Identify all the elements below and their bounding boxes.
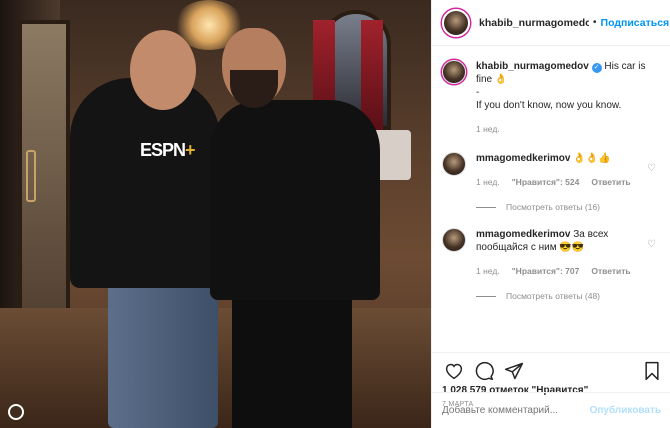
caption-username[interactable]: khabib_nurmagomedov <box>476 61 589 72</box>
post-header: khabib_nurmagomedov • Подписаться <box>432 0 670 46</box>
view-replies-label: Посмотреть ответы (16) <box>506 202 600 212</box>
photo-person-right-legs <box>232 295 352 428</box>
comment-time[interactable]: 1 нед. <box>476 176 500 189</box>
share-icon[interactable] <box>502 359 526 383</box>
comment-text: 👌👌👍 <box>573 153 611 164</box>
avatar[interactable] <box>442 228 466 252</box>
publish-button[interactable]: Опубликовать <box>590 405 661 416</box>
view-replies-button[interactable]: Посмотреть ответы (16) <box>476 202 661 212</box>
caption: khabib_nurmagomedov ✓ His car is fine 👌 … <box>442 60 661 136</box>
photo-shirt-logo: ESPN+ <box>140 140 195 160</box>
comment-likes[interactable]: "Нравится": 707 <box>512 265 580 278</box>
replies-divider <box>476 295 496 297</box>
photo-person-left-head <box>130 30 196 110</box>
avatar[interactable] <box>442 60 466 84</box>
photo-tag-icon[interactable] <box>8 404 24 420</box>
heart-icon[interactable]: ♡ <box>647 164 657 174</box>
verified-icon: ✓ <box>591 63 602 73</box>
comment-time[interactable]: 1 нед. <box>476 265 500 278</box>
comment-item: mmagomedkerimov 👌👌👍 1 нед. "Нравится": 5… <box>442 152 661 189</box>
caption-line2: If you don't know, now you know. <box>476 100 622 111</box>
add-comment-bar: Опубликовать <box>432 392 670 428</box>
post-photo[interactable]: ESPN+ <box>0 0 431 428</box>
photo-person-left <box>70 78 220 288</box>
post-side-panel: khabib_nurmagomedov • Подписаться khabib… <box>431 0 670 428</box>
comment-icon[interactable] <box>472 359 496 383</box>
photo-person-right <box>210 100 380 300</box>
comment-username[interactable]: mmagomedkerimov <box>476 229 570 240</box>
heart-icon[interactable]: ♡ <box>647 240 657 250</box>
avatar[interactable] <box>442 8 470 37</box>
bookmark-icon[interactable] <box>640 359 664 383</box>
comment-item: mmagomedkerimov За всех пообщайся с ним … <box>442 228 661 278</box>
view-replies-button[interactable]: Посмотреть ответы (48) <box>476 291 661 301</box>
follow-button[interactable]: Подписаться <box>601 17 670 29</box>
photo-door-handle <box>26 150 36 202</box>
reply-button[interactable]: Ответить <box>591 265 630 278</box>
header-separator: • <box>593 17 597 28</box>
reply-button[interactable]: Ответить <box>591 176 630 189</box>
caption-time[interactable]: 1 нед. <box>476 123 500 136</box>
replies-divider <box>476 206 496 208</box>
avatar[interactable] <box>442 152 466 176</box>
comments-list[interactable]: khabib_nurmagomedov ✓ His car is fine 👌 … <box>432 46 670 352</box>
comment-likes[interactable]: "Нравится": 524 <box>512 176 580 189</box>
photo-person-left-legs <box>108 280 218 428</box>
header-username[interactable]: khabib_nurmagomedov <box>479 17 589 29</box>
comment-username[interactable]: mmagomedkerimov <box>476 153 570 164</box>
view-replies-label: Посмотреть ответы (48) <box>506 291 600 301</box>
like-heart-icon[interactable] <box>442 359 466 383</box>
caption-dash: - <box>476 87 480 98</box>
comment-input[interactable] <box>442 405 590 416</box>
